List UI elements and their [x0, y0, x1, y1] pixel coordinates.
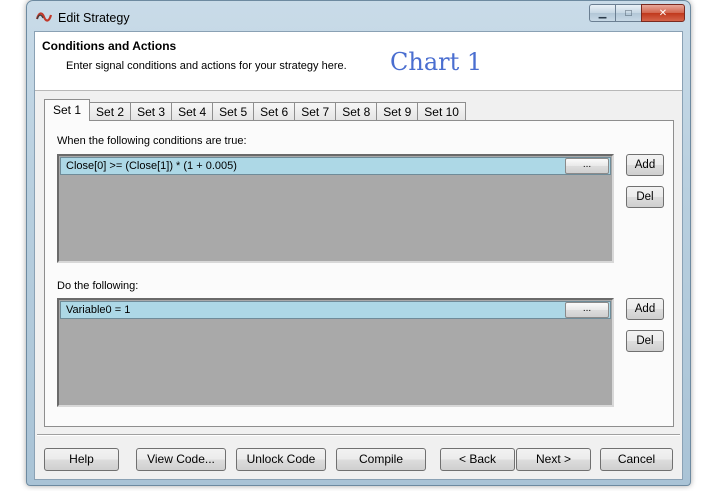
conditions-list[interactable]: Close[0] >= (Close[1]) * (1 + 0.005) ...	[57, 154, 614, 263]
add-condition-button[interactable]: Add	[626, 154, 664, 176]
page-title: Conditions and Actions	[42, 39, 177, 53]
tab-set-9[interactable]: Set 9	[376, 102, 419, 121]
actions-list[interactable]: Variable0 = 1 ...	[57, 298, 614, 407]
app-logo-icon	[36, 12, 52, 22]
condition-text: Close[0] >= (Close[1]) * (1 + 0.005)	[66, 160, 237, 172]
tab-set-5[interactable]: Set 5	[212, 102, 255, 121]
window-controls: ▁ □ ✕	[589, 4, 685, 22]
tab-set-2[interactable]: Set 2	[89, 102, 132, 121]
tab-set-6[interactable]: Set 6	[253, 102, 296, 121]
edit-action-button[interactable]: ...	[565, 302, 609, 318]
maximize-button[interactable]: □	[615, 4, 641, 22]
action-text: Variable0 = 1	[66, 304, 131, 316]
actions-label: Do the following:	[57, 280, 139, 292]
window-title: Edit Strategy	[58, 11, 130, 25]
wizard-header: Conditions and Actions Enter signal cond…	[35, 32, 682, 91]
help-button[interactable]: Help	[44, 448, 119, 471]
compile-button[interactable]: Compile	[336, 448, 426, 471]
tab-set-7[interactable]: Set 7	[294, 102, 337, 121]
next-button[interactable]: Next >	[516, 448, 591, 471]
add-action-button[interactable]: Add	[626, 298, 664, 320]
unlock-code-button[interactable]: Unlock Code	[236, 448, 326, 471]
tab-set-3[interactable]: Set 3	[130, 102, 173, 121]
set-tabs: Set 1 Set 2 Set 3 Set 4 Set 5 Set 6 Set …	[44, 99, 466, 121]
tab-set-10[interactable]: Set 10	[417, 102, 466, 121]
minimize-button[interactable]: ▁	[589, 4, 615, 22]
tab-set-8[interactable]: Set 8	[335, 102, 378, 121]
tab-set-1[interactable]: Set 1	[44, 99, 91, 121]
title-bar[interactable]: Edit Strategy ▁ □ ✕	[27, 1, 690, 33]
back-button[interactable]: < Back	[440, 448, 515, 471]
cancel-button[interactable]: Cancel	[600, 448, 673, 471]
edit-strategy-window: Edit Strategy ▁ □ ✕ Conditions and Actio…	[26, 0, 691, 486]
tab-panel-set-1: When the following conditions are true: …	[44, 120, 674, 427]
chart-label: Chart 1	[390, 48, 483, 76]
tab-set-4[interactable]: Set 4	[171, 102, 214, 121]
action-row[interactable]: Variable0 = 1 ...	[60, 301, 611, 319]
edit-condition-button[interactable]: ...	[565, 158, 609, 174]
view-code-button[interactable]: View Code...	[136, 448, 226, 471]
close-button[interactable]: ✕	[641, 4, 685, 22]
condition-row[interactable]: Close[0] >= (Close[1]) * (1 + 0.005) ...	[60, 157, 611, 175]
page-subtitle: Enter signal conditions and actions for …	[66, 60, 347, 72]
footer-divider	[37, 434, 680, 436]
delete-condition-button[interactable]: Del	[626, 186, 664, 208]
delete-action-button[interactable]: Del	[626, 330, 664, 352]
conditions-label: When the following conditions are true:	[57, 135, 247, 147]
dialog-client-area: Conditions and Actions Enter signal cond…	[34, 31, 683, 480]
